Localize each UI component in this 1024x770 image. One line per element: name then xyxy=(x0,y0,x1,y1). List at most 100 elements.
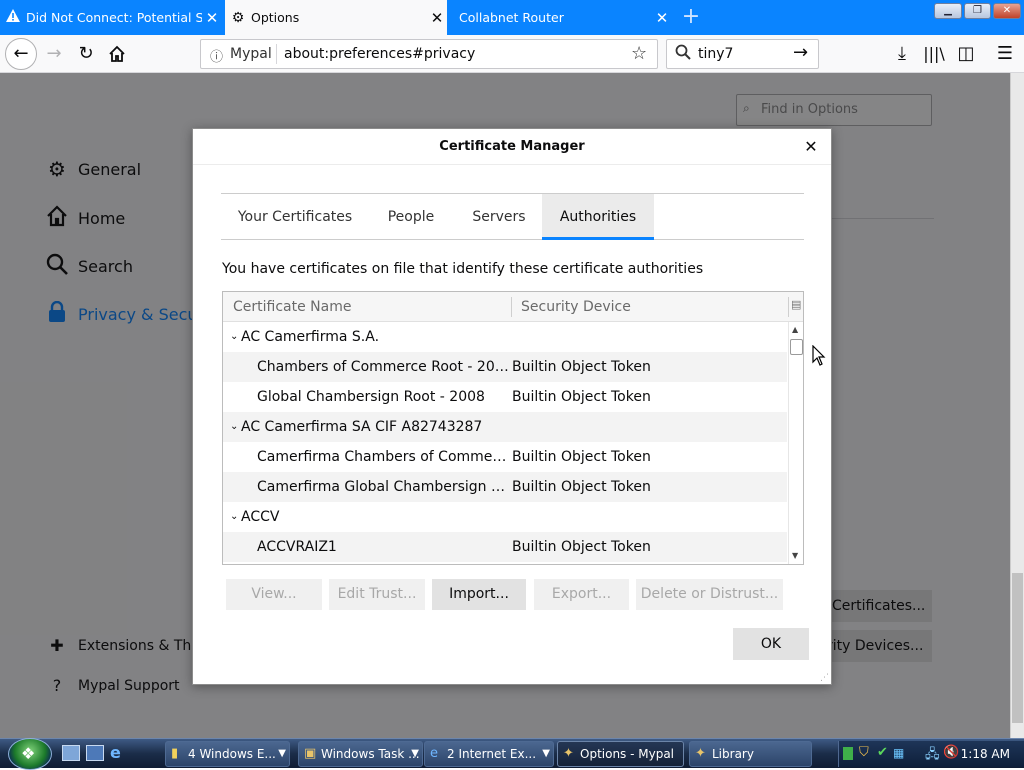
sidebar-icon: ◫ xyxy=(957,43,975,64)
certificate-tree[interactable]: Certificate Name Security Device ▤ ⌄ AC C… xyxy=(222,291,804,565)
scroll-up-arrow-icon[interactable]: ▲ xyxy=(792,325,798,334)
tab-close-icon[interactable]: ✕ xyxy=(652,9,672,27)
hamburger-menu-icon: ☰ xyxy=(996,43,1014,64)
show-desktop-icon[interactable] xyxy=(62,745,80,761)
tree-group-row[interactable]: ⌄ AC Camerfirma SA CIF A82743287 xyxy=(223,412,787,442)
forward-button[interactable]: → xyxy=(40,40,68,68)
tab-close-icon[interactable]: ✕ xyxy=(202,9,222,27)
security-device-cell: Builtin Object Token xyxy=(512,389,651,405)
view-button[interactable]: View... xyxy=(226,579,322,610)
switch-windows-icon[interactable] xyxy=(86,745,104,761)
edit-trust-button[interactable]: Edit Trust... xyxy=(329,579,425,610)
back-button[interactable]: ← xyxy=(5,38,37,70)
taskbar-button[interactable]: e 2 Internet Ex... ▼ xyxy=(424,741,554,767)
taskbar-button-label: Library xyxy=(712,747,754,761)
twisty-chevron-down-icon[interactable]: ⌄ xyxy=(230,502,238,532)
navigation-toolbar: ← → ↻ ⓘ Mypal about:preferences#privacy … xyxy=(0,35,1024,73)
tray-shield-icon[interactable]: ⛉ xyxy=(859,745,869,760)
windows-logo-icon: ❖ xyxy=(21,744,36,763)
cert-name-cell: Chambers of Commerce Root - 2008 xyxy=(257,359,509,375)
taskbar-clock[interactable]: 1:18 AM xyxy=(961,741,1010,767)
tab-options[interactable]: ⚙ Options ✕ xyxy=(225,0,447,35)
tray-updates-icon[interactable]: ▦ xyxy=(893,746,904,760)
tab-did-not-connect[interactable]: Did Not Connect: Potential Sec ✕ xyxy=(0,0,222,35)
taskbar-button[interactable]: ▣ Windows Task ... ▼ xyxy=(298,741,423,767)
search-bar[interactable]: tiny7 → xyxy=(666,39,819,69)
cert-name-cell: Camerfirma Chambers of Commerc... xyxy=(257,449,509,465)
close-window-button[interactable]: ✕ xyxy=(993,3,1021,19)
taskbar-button[interactable]: ✦ Options - Mypal xyxy=(557,741,684,767)
ie-icon: e xyxy=(430,746,438,761)
dialog-close-button[interactable]: ✕ xyxy=(801,137,821,157)
library-button[interactable]: |||\ xyxy=(920,40,948,68)
download-icon: ⤓ xyxy=(898,43,906,64)
twisty-chevron-down-icon[interactable]: ⌄ xyxy=(230,412,238,442)
tab-people[interactable]: People xyxy=(374,194,448,240)
security-device-cell: Builtin Object Token xyxy=(512,449,651,465)
search-go-arrow-icon[interactable]: → xyxy=(793,42,808,63)
tree-scrollbar-thumb[interactable] xyxy=(790,339,803,355)
minimize-button[interactable]: ▁ xyxy=(934,3,962,19)
tree-cert-row[interactable]: Chambers of Commerce Root - 2008 Builtin … xyxy=(223,352,787,382)
taskbar-button-label: 2 Internet Ex... xyxy=(447,747,537,761)
sidebar-button[interactable]: ◫ xyxy=(952,40,980,68)
export-button[interactable]: Export... xyxy=(534,579,629,610)
column-picker-icon[interactable]: ▤ xyxy=(791,298,801,311)
search-input[interactable]: tiny7 xyxy=(698,46,733,62)
info-icon[interactable]: ⓘ xyxy=(210,46,223,65)
cert-name-cell: ACCV xyxy=(241,509,280,525)
import-button[interactable]: Import... xyxy=(432,579,526,610)
twisty-chevron-down-icon[interactable]: ⌄ xyxy=(230,322,238,352)
tree-group-row[interactable]: ⌄ AC Camerfirma S.A. xyxy=(223,322,787,352)
tree-cert-row[interactable]: Camerfirma Chambers of Commerc... Builtin… xyxy=(223,442,787,472)
tree-scrollbar[interactable]: ▲ ▼ xyxy=(788,322,803,564)
tree-cert-row[interactable]: Global Chambersign Root - 2008 Builtin Ob… xyxy=(223,382,787,412)
reload-button[interactable]: ↻ xyxy=(72,40,100,68)
page-scrollbar[interactable] xyxy=(1010,73,1024,738)
ie-quicklaunch-icon[interactable]: e xyxy=(110,743,121,762)
column-splitter xyxy=(788,297,789,317)
group-dropdown-arrow-icon: ▼ xyxy=(411,748,419,759)
restore-button[interactable]: ❐ xyxy=(964,3,991,19)
tab-collabnet-router[interactable]: Collabnet Router ✕ xyxy=(450,0,672,35)
url-text[interactable]: about:preferences#privacy xyxy=(284,46,475,62)
taskbar-button[interactable]: ✦ Library xyxy=(689,741,812,767)
home-button[interactable] xyxy=(103,40,131,68)
tree-header: Certificate Name Security Device ▤ xyxy=(223,292,803,322)
new-tab-button[interactable]: + xyxy=(675,0,707,35)
ok-button[interactable]: OK xyxy=(733,628,809,660)
tray-app-icon[interactable] xyxy=(843,747,853,760)
tree-cert-row[interactable]: Camerfirma Global Chambersign Ro... Built… xyxy=(223,472,787,502)
taskbar-button[interactable]: ▮ 4 Windows E... ▼ xyxy=(165,741,290,767)
mypal-icon: ✦ xyxy=(695,746,706,761)
tree-group-row[interactable]: ⌄ ACCV xyxy=(223,502,787,532)
downloads-button[interactable]: ⤓ xyxy=(888,40,916,68)
column-header-certificate-name[interactable]: Certificate Name xyxy=(233,292,351,322)
tab-your-certificates[interactable]: Your Certificates xyxy=(221,194,369,240)
delete-or-distrust-button[interactable]: Delete or Distrust... xyxy=(636,579,783,610)
start-button[interactable]: ❖ xyxy=(8,738,52,770)
column-header-security-device[interactable]: Security Device xyxy=(521,292,631,322)
url-bar[interactable]: ⓘ Mypal about:preferences#privacy ☆ xyxy=(200,39,658,69)
reload-icon: ↻ xyxy=(78,43,94,64)
bookmark-star-icon[interactable]: ☆ xyxy=(631,43,647,64)
tab-close-icon[interactable]: ✕ xyxy=(427,9,447,27)
page-scrollbar-thumb[interactable] xyxy=(1012,573,1023,723)
tab-servers[interactable]: Servers xyxy=(459,194,539,240)
library-icon: |||\ xyxy=(923,44,945,63)
tray-network-icon[interactable]: 🖧 xyxy=(925,745,940,767)
security-device-cell: Builtin Object Token xyxy=(512,359,651,375)
tray-check-icon[interactable]: ✔ xyxy=(877,745,888,760)
tray-volume-muted-icon[interactable]: 🔇 xyxy=(943,745,959,760)
tree-cert-row[interactable]: ACCVRAIZ1 Builtin Object Token xyxy=(223,532,787,562)
folder-icon: ▮ xyxy=(171,746,179,761)
column-splitter[interactable] xyxy=(511,297,512,317)
scroll-down-arrow-icon[interactable]: ▼ xyxy=(792,551,798,560)
identity-label: Mypal xyxy=(230,46,272,62)
resize-grip-icon[interactable]: ⋰ xyxy=(820,673,829,683)
tab-authorities[interactable]: Authorities xyxy=(542,194,654,240)
certificate-tabs: Your Certificates People Servers Authori… xyxy=(221,193,804,240)
menu-button[interactable]: ☰ xyxy=(991,40,1019,68)
search-icon xyxy=(675,44,691,64)
cert-name-cell: AC Camerfirma SA CIF A82743287 xyxy=(241,419,483,435)
